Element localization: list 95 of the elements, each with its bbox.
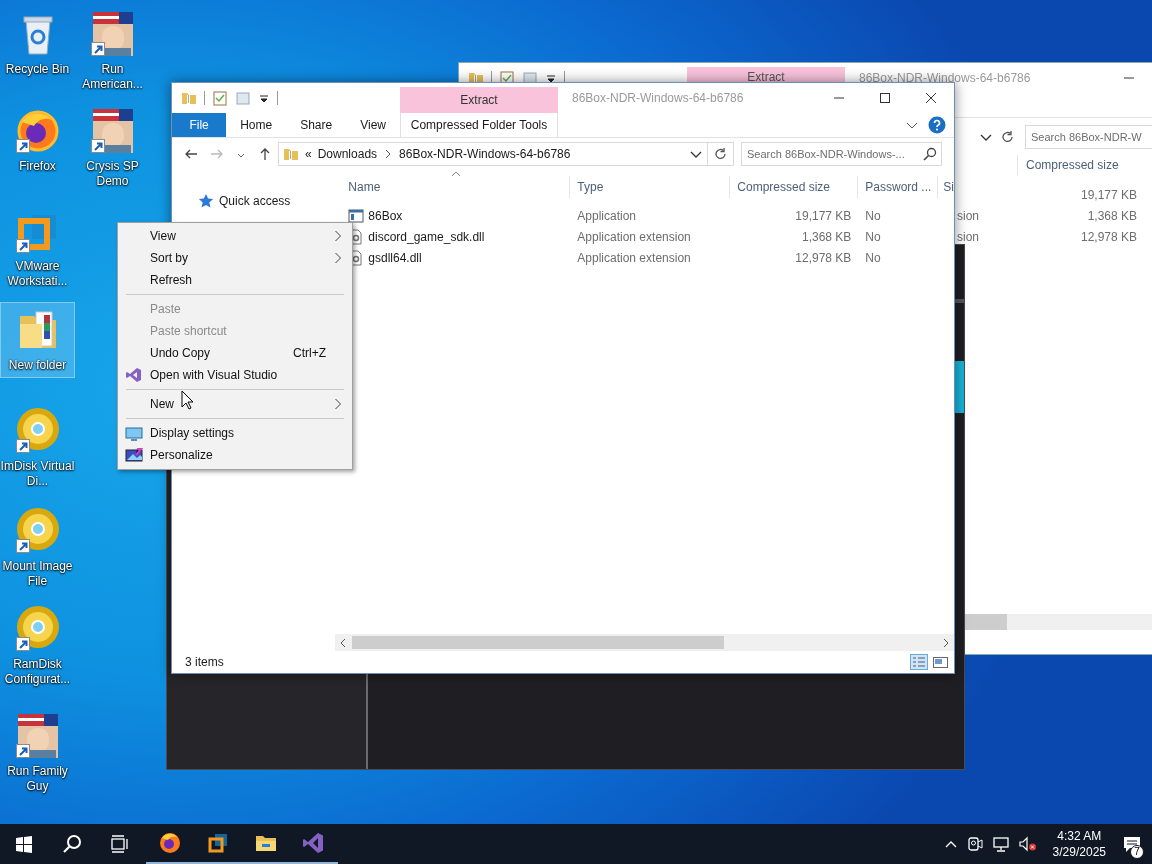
search-icon (62, 834, 82, 854)
desktop-icon[interactable]: Run Family Guy (0, 708, 75, 799)
shortcut-text: Ctrl+Z (293, 346, 326, 360)
icon-label[interactable]: RamDisk Configurat... (0, 657, 75, 687)
menu-item[interactable]: New (118, 393, 352, 415)
address-bar[interactable]: « Downloads 86Box-NDR-Windows-64-b6786 (278, 142, 708, 166)
column-header[interactable]: Name (335, 176, 571, 198)
table-cell: sion (957, 208, 979, 223)
menu-item[interactable]: Display settings (118, 422, 352, 444)
properties-icon[interactable] (212, 90, 228, 106)
column-header[interactable]: Compressed size (730, 176, 859, 198)
refresh-icon[interactable] (1000, 129, 1016, 145)
table-cell: 1,368 KB (801, 229, 852, 244)
dropdown-icon[interactable] (545, 72, 557, 84)
tiles-view-icon[interactable] (932, 654, 950, 670)
refresh-icon[interactable] (712, 146, 729, 162)
file-tab[interactable]: File (172, 113, 227, 137)
table-cell: Application (577, 208, 637, 223)
mouse-pointer-icon (181, 390, 194, 410)
desktop-icon[interactable]: RamDisk Configurat... (0, 601, 75, 692)
table-cell-text: 1,368 KB (1086, 208, 1137, 223)
search-field[interactable]: Search 86Box-NDR-W (1025, 125, 1152, 149)
chevron-right-icon (334, 252, 342, 264)
search-icon[interactable] (922, 146, 938, 162)
scrollbar-thumb[interactable] (965, 614, 1007, 630)
desktop-icon[interactable]: Recycle Bin (0, 6, 75, 82)
notification-button[interactable]: 7 (1112, 824, 1152, 864)
accent-bar (955, 361, 964, 413)
icon-label[interactable]: Recycle Bin (0, 62, 75, 77)
monitor-icon (125, 425, 143, 441)
table-cell: No (865, 208, 881, 223)
table-cell: sion (957, 229, 979, 244)
scrollbar-thumb[interactable] (352, 636, 725, 649)
column-header[interactable]: Compressed size (1017, 155, 1119, 175)
firefox-icon (158, 831, 182, 855)
scroll-left-icon[interactable] (339, 637, 348, 648)
table-cell: Application extension (577, 250, 691, 265)
column-header[interactable]: Password ... (858, 176, 939, 198)
menu-item[interactable]: Undo Copy Ctrl+Z (118, 342, 352, 364)
file-name[interactable]: discord_game_sdk.dll (368, 229, 485, 244)
zip-folder-icon (283, 146, 299, 162)
maximize-icon[interactable] (877, 90, 893, 106)
volume-muted-icon[interactable] (1018, 836, 1037, 852)
nav-item[interactable]: Quick access (172, 192, 336, 210)
notification-badge: 7 (1130, 845, 1144, 859)
menu-item[interactable]: Personalize (118, 444, 352, 466)
column-header[interactable]: Type (570, 176, 731, 198)
breadcrumb[interactable]: Downloads (317, 147, 378, 161)
table-cell: No (865, 229, 881, 244)
overflow-chevron[interactable]: « (305, 147, 312, 161)
file-name[interactable]: 86Box (368, 208, 403, 223)
icon-label[interactable]: Run Family Guy (0, 764, 75, 794)
contextual-ribbon-tab[interactable]: Compressed Folder Tools (400, 113, 558, 137)
task-view-icon (110, 835, 130, 853)
star-icon (198, 193, 214, 209)
dropdown-icon[interactable] (258, 92, 270, 104)
window-title: 86Box-NDR-Windows-64-b6786 (859, 71, 1032, 85)
chevron-right-icon (334, 230, 342, 242)
desktop-icon[interactable]: Run American... (75, 6, 150, 97)
table-cell-text: 19,177 KB (1079, 187, 1137, 202)
breadcrumb[interactable]: 86Box-NDR-Windows-64-b6786 (399, 147, 571, 161)
close-icon[interactable] (923, 90, 939, 106)
table-cell: Application extension (577, 229, 691, 244)
table-cell-text: 12,978 KB (1079, 229, 1137, 244)
network-icon[interactable] (991, 836, 1010, 852)
column-header[interactable]: Si (938, 176, 954, 198)
contextual-tab-header: Extract (400, 87, 558, 113)
table-cell: No (865, 250, 881, 265)
clock[interactable]: 4:32 AM 3/29/2025 (1046, 824, 1112, 864)
menu-item[interactable]: Refresh (118, 269, 352, 291)
application-icon (348, 207, 365, 224)
ribbon-tab[interactable]: Home (226, 113, 287, 137)
help-icon[interactable] (928, 116, 946, 134)
ribbon-tab[interactable]: Share (286, 113, 347, 137)
file-name[interactable]: gsdll64.dll (368, 250, 422, 265)
menu-item[interactable]: View (118, 225, 352, 247)
icon-label[interactable]: Run American... (75, 62, 150, 92)
camera-icon[interactable] (966, 836, 983, 852)
ribbon-tab[interactable]: View (346, 113, 400, 137)
personalize-icon (125, 447, 143, 463)
menu-item[interactable]: Open with Visual Studio (118, 364, 352, 386)
search-field[interactable]: Search 86Box-NDR-Windows-... (741, 142, 942, 166)
windows-logo-icon (15, 835, 33, 853)
chevron-right-icon (334, 398, 342, 410)
visual-studio-icon (302, 831, 326, 855)
visual-studio-icon (125, 367, 143, 383)
table-cell: 19,177 KB (795, 208, 852, 223)
horizontal-scrollbar[interactable] (335, 634, 954, 651)
horizontal-scrollbar[interactable] (965, 614, 1152, 630)
status-text: 3 items (185, 655, 224, 669)
table-cell: 12,978 KB (795, 250, 852, 265)
window-title: 86Box-NDR-Windows-64-b6786 (572, 91, 745, 105)
scroll-right-icon[interactable] (942, 637, 950, 648)
menu-item[interactable]: Sort by (118, 247, 352, 269)
vmware-icon (206, 831, 230, 855)
